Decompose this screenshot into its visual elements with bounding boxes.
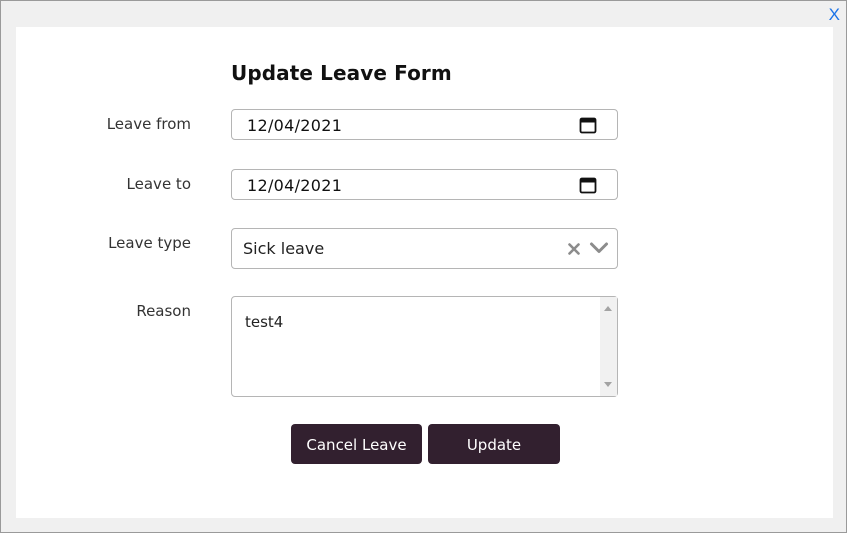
form-panel: Update Leave Form Leave from 12/04/2021 … (16, 27, 833, 518)
clear-icon[interactable] (567, 242, 581, 256)
leave-type-label: Leave type (108, 234, 191, 252)
leave-from-label: Leave from (106, 115, 191, 133)
close-button[interactable]: X (829, 6, 840, 24)
update-leave-modal: X Update Leave Form Leave from 12/04/202… (0, 0, 847, 533)
leave-to-value: 12/04/2021 (247, 176, 343, 195)
select-separator (585, 237, 586, 261)
leave-to-label: Leave to (126, 175, 191, 193)
leave-from-value: 12/04/2021 (247, 116, 343, 135)
scroll-up-arrow-icon[interactable] (604, 306, 612, 311)
scroll-down-arrow-icon[interactable] (604, 382, 612, 387)
chevron-down-icon[interactable] (589, 241, 609, 255)
cancel-leave-button[interactable]: Cancel Leave (291, 424, 422, 464)
calendar-icon[interactable] (579, 176, 597, 194)
textarea-scrollbar[interactable] (600, 297, 617, 396)
leave-to-date-input[interactable]: 12/04/2021 (231, 169, 618, 200)
leave-type-select[interactable]: Sick leave (231, 228, 618, 269)
reason-label: Reason (136, 302, 191, 320)
form-title: Update Leave Form (231, 61, 452, 85)
update-button[interactable]: Update (428, 424, 560, 464)
leave-type-value: Sick leave (243, 239, 325, 258)
leave-from-date-input[interactable]: 12/04/2021 (231, 109, 618, 140)
reason-textarea[interactable]: test4 (231, 296, 618, 397)
calendar-icon[interactable] (579, 116, 597, 134)
reason-value: test4 (245, 313, 284, 331)
